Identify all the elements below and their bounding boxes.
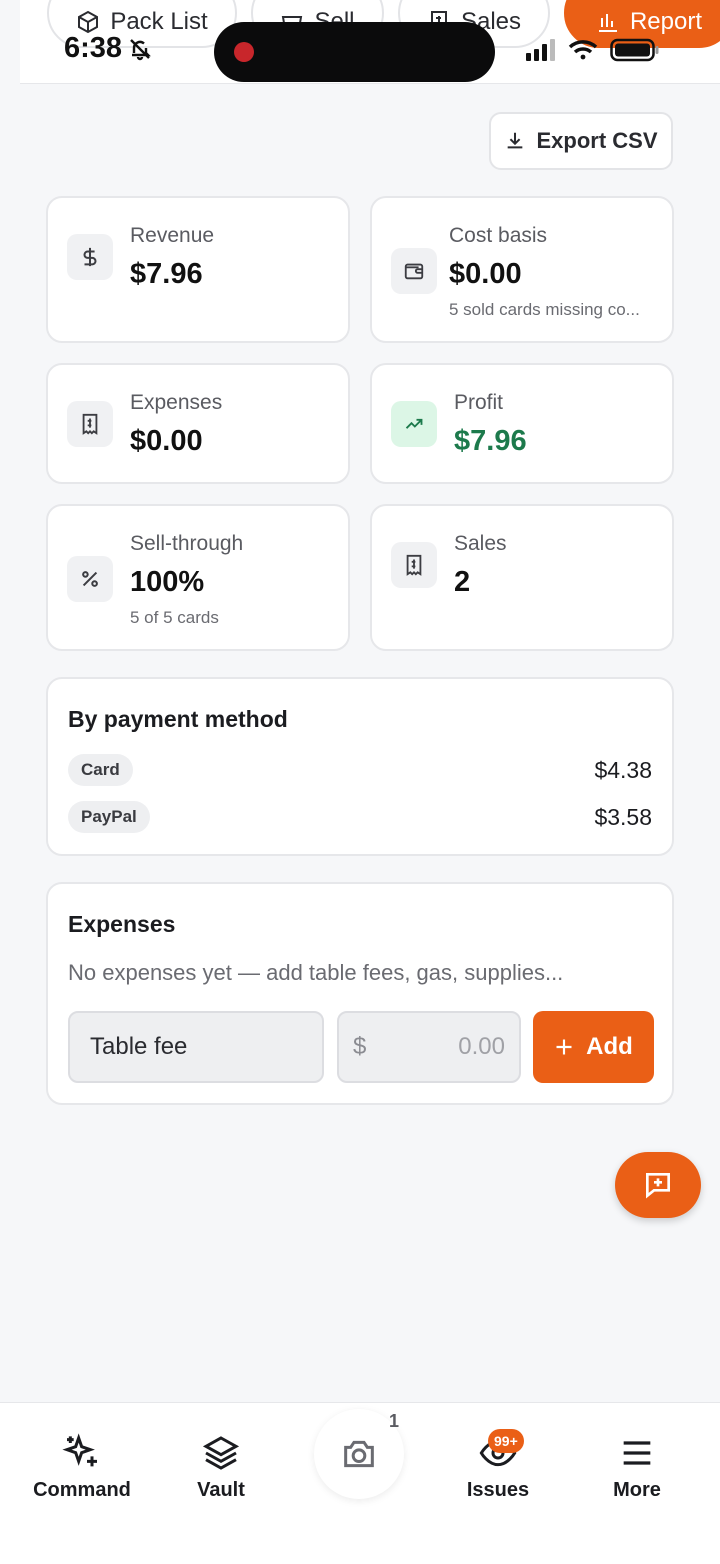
sparkles-icon [62, 1433, 97, 1467]
sell-through-label: Sell-through [130, 532, 244, 555]
tab-sales[interactable]: Sales [398, 0, 550, 48]
revenue-value: $7.96 [130, 258, 203, 290]
add-expense-button[interactable]: Add [533, 1011, 654, 1083]
sales-label: Sales [454, 532, 507, 555]
export-csv-button[interactable]: Export CSV [489, 112, 673, 170]
expense-amount-placeholder: 0.00 [458, 1033, 505, 1060]
plus-icon [556, 1039, 572, 1055]
bar-chart-icon [598, 14, 617, 32]
wallet-icon [391, 248, 437, 294]
expenses-label: Expenses [130, 391, 223, 414]
payment-amount-card: $4.38 [594, 757, 652, 783]
profit-label: Profit [454, 391, 504, 414]
bottom-nav: Command Vault 1 Issues 99+ More [0, 1402, 720, 1564]
payment-amount-paypal: $3.58 [594, 804, 652, 830]
nav-command[interactable]: Command [22, 1433, 142, 1502]
top-tab-strip: Pack List Sell Sales Report [20, 0, 720, 84]
box-icon [78, 10, 99, 34]
expenses-value: $0.00 [130, 425, 203, 457]
payment-chip-card: Card [68, 754, 133, 786]
cost-basis-note: 5 sold cards missing co... [449, 300, 640, 319]
menu-icon [623, 1441, 651, 1465]
basket-icon [282, 16, 303, 30]
message-plus-icon [646, 1173, 670, 1199]
download-icon [508, 132, 523, 149]
sell-through-card: Sell-through 100% 5 of 5 cards [46, 504, 350, 651]
tab-report[interactable]: Report [564, 0, 720, 48]
profit-card: Profit $7.96 [370, 363, 674, 484]
receipt-icon [391, 542, 437, 588]
nav-vault[interactable]: Vault [161, 1433, 281, 1502]
sales-card: Sales 2 [370, 504, 674, 651]
trend-up-icon [391, 401, 437, 447]
tab-sell[interactable]: Sell [251, 0, 384, 48]
expenses-section: Expenses No expenses yet — add table fee… [46, 882, 674, 1105]
receipt-icon [67, 401, 113, 447]
payment-chip-paypal: PayPal [68, 801, 150, 833]
sell-through-value: 100% [130, 566, 205, 598]
camera-count: 1 [389, 1411, 400, 1431]
expense-amount-field[interactable]: $ 0.00 [337, 1011, 521, 1083]
payment-method-title: By payment method [68, 706, 288, 732]
revenue-card: Revenue $7.96 [46, 196, 350, 343]
cost-basis-label: Cost basis [449, 224, 548, 247]
camera-icon [344, 1440, 374, 1468]
receipt-icon [430, 11, 447, 34]
cost-basis-value: $0.00 [449, 258, 522, 290]
issues-count-badge: 99+ [488, 1429, 524, 1453]
revenue-label: Revenue [130, 224, 215, 247]
profit-value: $7.96 [454, 425, 527, 457]
cost-basis-card: Cost basis $0.00 5 sold cards missing co… [370, 196, 674, 343]
expenses-empty-text: No expenses yet — add table fees, gas, s… [68, 960, 564, 985]
sell-through-note: 5 of 5 cards [130, 608, 219, 627]
expense-name-field[interactable]: Table fee [68, 1011, 324, 1083]
tab-pack-list[interactable]: Pack List [47, 0, 237, 48]
expenses-card: Expenses $0.00 [46, 363, 350, 484]
expenses-title: Expenses [68, 911, 176, 937]
layers-icon [202, 1436, 240, 1470]
sales-value: 2 [454, 566, 471, 598]
expense-name-value: Table fee [90, 1033, 188, 1060]
percent-icon [67, 556, 113, 602]
dollar-icon [67, 234, 113, 280]
currency-symbol: $ [353, 1033, 367, 1060]
feedback-fab-button[interactable] [615, 1152, 701, 1218]
payment-method-card: By payment method Card $4.38 PayPal $3.5… [46, 677, 674, 856]
nav-more[interactable]: More [577, 1433, 697, 1502]
